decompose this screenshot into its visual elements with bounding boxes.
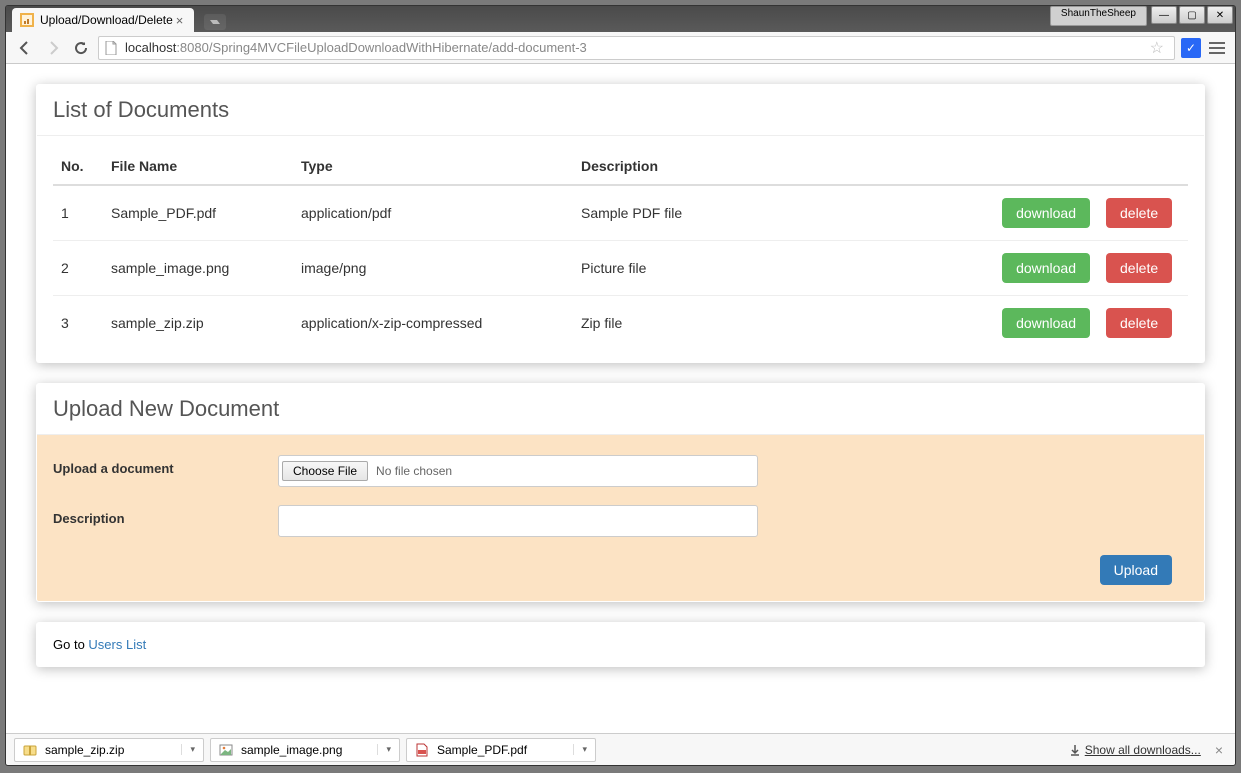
bookmark-star-icon[interactable]: ☆ <box>1146 38 1168 58</box>
cell-desc: Sample PDF file <box>573 185 994 241</box>
url-host: localhost <box>125 40 176 55</box>
documents-heading: List of Documents <box>37 85 1204 136</box>
download-shelf-close-icon[interactable]: × <box>1211 742 1227 758</box>
window-user-badge[interactable]: ShaunTheSheep <box>1050 6 1147 26</box>
th-type: Type <box>293 148 573 185</box>
th-name: File Name <box>103 148 293 185</box>
users-list-link[interactable]: Users List <box>88 637 146 652</box>
cell-no: 1 <box>53 185 103 241</box>
file-input[interactable]: Choose File No file chosen <box>278 455 758 487</box>
documents-table: No. File Name Type Description 1Sample_P… <box>53 148 1188 350</box>
file-label: Upload a document <box>53 455 278 476</box>
forward-button[interactable] <box>42 37 64 59</box>
tab-title: Upload/Download/Delete <box>40 13 173 27</box>
page-content: List of Documents No. File Name Type Des… <box>6 64 1235 707</box>
reload-button[interactable] <box>70 37 92 59</box>
cell-type: application/pdf <box>293 185 573 241</box>
browser-window: ShaunTheSheep — ▢ ✕ Upload/Download/Dele… <box>5 5 1236 766</box>
download-item-name: sample_image.png <box>241 743 342 757</box>
table-row: 1Sample_PDF.pdfapplication/pdfSample PDF… <box>53 185 1188 241</box>
table-row: 2sample_image.pngimage/pngPicture file do… <box>53 241 1188 296</box>
address-bar[interactable]: localhost:8080/Spring4MVCFileUploadDownl… <box>98 36 1175 60</box>
download-item[interactable]: Sample_PDF.pdf ▾ <box>406 738 596 762</box>
description-label: Description <box>53 505 278 526</box>
new-tab-button[interactable] <box>204 14 226 30</box>
page-viewport[interactable]: List of Documents No. File Name Type Des… <box>6 64 1235 733</box>
table-row: 3sample_zip.zipapplication/x-zip-compres… <box>53 296 1188 351</box>
download-item[interactable]: sample_zip.zip ▾ <box>14 738 204 762</box>
th-no: No. <box>53 148 103 185</box>
window-maximize-button[interactable]: ▢ <box>1179 6 1205 24</box>
nav-prefix: Go to <box>53 637 88 652</box>
documents-panel: List of Documents No. File Name Type Des… <box>36 84 1205 363</box>
cell-no: 3 <box>53 296 103 351</box>
delete-button[interactable]: delete <box>1106 198 1172 228</box>
download-item-name: Sample_PDF.pdf <box>437 743 527 757</box>
cell-name: sample_zip.zip <box>103 296 293 351</box>
file-placeholder: No file chosen <box>376 464 452 478</box>
cell-name: sample_image.png <box>103 241 293 296</box>
download-item[interactable]: sample_image.png ▾ <box>210 738 400 762</box>
upload-heading: Upload New Document <box>37 384 1204 435</box>
delete-button[interactable]: delete <box>1106 308 1172 338</box>
download-item-menu-icon[interactable]: ▾ <box>181 744 195 755</box>
pdf-file-icon <box>415 743 429 757</box>
back-button[interactable] <box>14 37 36 59</box>
nav-panel: Go to Users List <box>36 622 1205 667</box>
download-shelf: sample_zip.zip▾sample_image.png▾Sample_P… <box>6 733 1235 765</box>
tab-favicon-icon <box>20 13 34 27</box>
upload-button[interactable]: Upload <box>1100 555 1172 585</box>
extension-check-icon[interactable]: ✓ <box>1181 38 1201 58</box>
download-item-menu-icon[interactable]: ▾ <box>573 744 587 755</box>
show-all-label: Show all downloads... <box>1085 743 1201 757</box>
tab-close-icon[interactable]: × <box>173 13 187 28</box>
download-item-name: sample_zip.zip <box>45 743 124 757</box>
cell-name: Sample_PDF.pdf <box>103 185 293 241</box>
url-path: /Spring4MVCFileUploadDownloadWithHiberna… <box>209 40 587 55</box>
download-button[interactable]: download <box>1002 308 1090 338</box>
page-icon <box>105 41 119 55</box>
show-all-downloads-link[interactable]: Show all downloads... <box>1069 743 1201 757</box>
url-text: localhost:8080/Spring4MVCFileUploadDownl… <box>125 40 1146 55</box>
window-close-button[interactable]: ✕ <box>1207 6 1233 24</box>
th-desc: Description <box>573 148 994 185</box>
cell-desc: Picture file <box>573 241 994 296</box>
cell-type: image/png <box>293 241 573 296</box>
zip-file-icon <box>23 743 37 757</box>
delete-button[interactable]: delete <box>1106 253 1172 283</box>
choose-file-button[interactable]: Choose File <box>282 461 368 481</box>
browser-tab[interactable]: Upload/Download/Delete × <box>12 8 194 32</box>
cell-desc: Zip file <box>573 296 994 351</box>
download-button[interactable]: download <box>1002 253 1090 283</box>
image-file-icon <box>219 743 233 757</box>
window-titlebar: ShaunTheSheep — ▢ ✕ <box>1050 6 1235 26</box>
description-input[interactable] <box>278 505 758 537</box>
cell-type: application/x-zip-compressed <box>293 296 573 351</box>
download-button[interactable]: download <box>1002 198 1090 228</box>
cell-no: 2 <box>53 241 103 296</box>
download-item-menu-icon[interactable]: ▾ <box>377 744 391 755</box>
upload-panel: Upload New Document Upload a document Ch… <box>36 383 1205 602</box>
toolbar: localhost:8080/Spring4MVCFileUploadDownl… <box>6 32 1235 64</box>
window-minimize-button[interactable]: — <box>1151 6 1177 24</box>
url-port: :8080 <box>176 40 209 55</box>
menu-button[interactable] <box>1207 38 1227 58</box>
download-arrow-icon <box>1069 744 1081 756</box>
